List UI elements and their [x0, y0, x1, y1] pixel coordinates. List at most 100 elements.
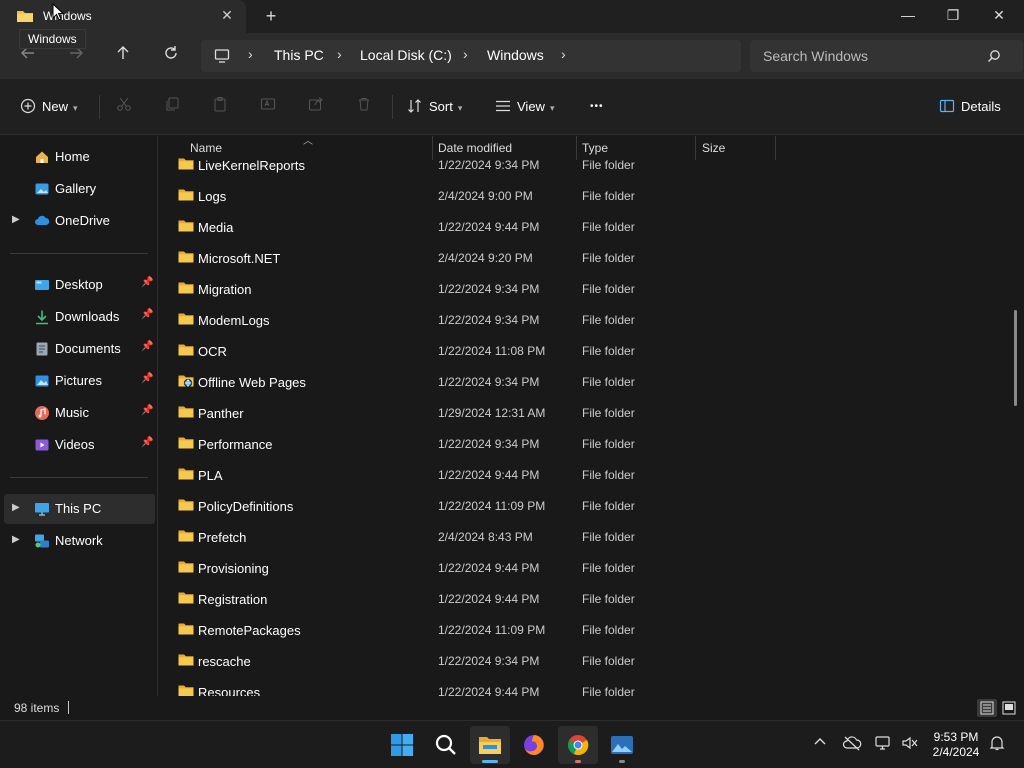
details-view-button[interactable]: [977, 699, 997, 717]
pin-icon[interactable]: 📌: [141, 277, 153, 288]
refresh-button[interactable]: [159, 45, 183, 67]
table-row[interactable]: LiveKernelReports 1/22/2024 9:34 PM File f…: [160, 150, 1000, 181]
tiles-view-button[interactable]: [999, 699, 1019, 717]
table-row[interactable]: ModemLogs 1/22/2024 9:34 PM File folder: [160, 305, 1000, 336]
details-button[interactable]: Details: [939, 96, 1001, 118]
table-row[interactable]: Prefetch 2/4/2024 8:43 PM File folder: [160, 522, 1000, 553]
table-row[interactable]: Registration 1/22/2024 9:44 PM File folder: [160, 584, 1000, 615]
breadcrumb-separator[interactable]: ›: [337, 46, 342, 62]
sidebar-item-gallery[interactable]: Gallery: [0, 174, 156, 204]
file-date-modified: 1/22/2024 9:34 PM: [438, 282, 540, 296]
table-row[interactable]: Logs 2/4/2024 9:00 PM File folder: [160, 181, 1000, 212]
firefox-taskbar-button[interactable]: [514, 726, 554, 764]
sidebar-item-network[interactable]: ▶ Network: [0, 526, 156, 556]
sidebar-item-downloads[interactable]: Downloads 📌: [0, 302, 156, 332]
delete-button[interactable]: [356, 96, 372, 118]
close-window-button[interactable]: ✕: [987, 4, 1011, 26]
table-row[interactable]: Migration 1/22/2024 9:34 PM File folder: [160, 274, 1000, 305]
table-row[interactable]: rescache 1/22/2024 9:34 PM File folder: [160, 646, 1000, 677]
sidebar-item-label: Pictures: [55, 373, 102, 388]
copy-button[interactable]: [164, 96, 180, 118]
taskbar: 9:53 PM 2/4/2024: [0, 720, 1024, 768]
sort-button[interactable]: Sort ▾: [407, 96, 462, 118]
sidebar-item-onedrive[interactable]: ▶ OneDrive: [0, 206, 156, 236]
pin-icon[interactable]: 📌: [141, 309, 153, 320]
minimize-button[interactable]: —: [896, 4, 920, 26]
address-bar[interactable]: › This PC › Local Disk (C:) › Windows ›: [201, 40, 741, 72]
pin-icon[interactable]: 📌: [141, 373, 153, 384]
sidebar-item-music[interactable]: Music 📌: [0, 398, 156, 428]
close-tab-button[interactable]: ✕: [218, 6, 236, 24]
tiles-view-icon: [1002, 701, 1016, 715]
table-row[interactable]: PLA 1/22/2024 9:44 PM File folder: [160, 460, 1000, 491]
file-date-modified: 1/22/2024 9:34 PM: [438, 313, 540, 327]
search-input[interactable]: [763, 47, 983, 65]
table-row[interactable]: Performance 1/22/2024 9:34 PM File folder: [160, 429, 1000, 460]
sidebar-item-label: Videos: [55, 437, 95, 452]
up-button[interactable]: [111, 45, 135, 67]
search-box[interactable]: [750, 40, 1023, 72]
table-row[interactable]: Offline Web Pages 1/22/2024 9:34 PM File f…: [160, 367, 1000, 398]
maximize-button[interactable]: ❐: [941, 4, 965, 26]
table-row[interactable]: Microsoft.NET 2/4/2024 9:20 PM File folder: [160, 243, 1000, 274]
folder-icon: [178, 498, 194, 515]
file-type: File folder: [582, 468, 635, 482]
download-icon: [34, 309, 50, 328]
breadcrumb-windows[interactable]: Windows: [487, 47, 544, 63]
new-tab-button[interactable]: +: [260, 5, 282, 27]
table-row[interactable]: Resources 1/22/2024 9:44 PM File folder: [160, 677, 1000, 696]
sidebar-item-documents[interactable]: Documents 📌: [0, 334, 156, 364]
view-button[interactable]: View ▾: [495, 96, 554, 118]
sidebar-divider: [10, 253, 148, 254]
pin-icon[interactable]: 📌: [141, 405, 153, 416]
pin-icon[interactable]: 📌: [141, 341, 153, 352]
sidebar-item-desktop[interactable]: Desktop 📌: [0, 270, 156, 300]
search-taskbar-button[interactable]: [426, 726, 466, 764]
new-button[interactable]: New ▾: [20, 96, 78, 118]
breadcrumb-separator[interactable]: ›: [561, 46, 566, 62]
network-tray-button[interactable]: [874, 735, 894, 755]
chrome-taskbar-button[interactable]: [558, 726, 598, 764]
table-row[interactable]: Media 1/22/2024 9:44 PM File folder: [160, 212, 1000, 243]
file-explorer-taskbar-button[interactable]: [470, 726, 510, 764]
breadcrumb-separator[interactable]: ›: [463, 46, 468, 62]
sidebar-item-home[interactable]: Home: [0, 142, 156, 172]
pin-icon[interactable]: 📌: [141, 437, 153, 448]
chevron-right-icon[interactable]: ▶: [12, 214, 20, 225]
breadcrumb-this-pc[interactable]: This PC: [274, 47, 324, 63]
search-icon[interactable]: [987, 49, 1001, 66]
notifications-button[interactable]: [987, 735, 1007, 755]
table-row[interactable]: OCR 1/22/2024 11:08 PM File folder: [160, 336, 1000, 367]
tab-tooltip: Windows: [19, 29, 86, 49]
chevron-right-icon[interactable]: ▶: [12, 534, 20, 545]
system-clock[interactable]: 9:53 PM 2/4/2024: [930, 730, 982, 760]
breadcrumb-local-disk[interactable]: Local Disk (C:): [360, 47, 452, 63]
sidebar-item-videos[interactable]: Videos 📌: [0, 430, 156, 460]
table-row[interactable]: Panther 1/29/2024 12:31 AM File folder: [160, 398, 1000, 429]
sidebar-item-this-pc[interactable]: ▶ This PC: [4, 494, 155, 524]
breadcrumb-separator[interactable]: ›: [248, 46, 253, 62]
vertical-scrollbar[interactable]: [1014, 310, 1017, 406]
file-date-modified: 1/22/2024 9:34 PM: [438, 437, 540, 451]
rename-button[interactable]: [260, 96, 276, 118]
table-row[interactable]: RemotePackages 1/22/2024 11:09 PM File fol…: [160, 615, 1000, 646]
table-row[interactable]: PolicyDefinitions 1/22/2024 11:09 PM File …: [160, 491, 1000, 522]
show-hidden-icons-button[interactable]: [810, 735, 830, 755]
more-options-button[interactable]: •••: [590, 96, 604, 118]
network-status-icon: [875, 736, 890, 750]
paste-button[interactable]: [212, 96, 228, 118]
sidebar-item-pictures[interactable]: Pictures 📌: [0, 366, 156, 396]
video-icon: [34, 437, 50, 456]
file-date-modified: 1/22/2024 9:44 PM: [438, 685, 540, 696]
share-button[interactable]: [308, 96, 324, 118]
volume-tray-button[interactable]: [900, 735, 920, 755]
photos-taskbar-button[interactable]: [602, 726, 642, 764]
file-date-modified: 1/22/2024 9:44 PM: [438, 561, 540, 575]
file-date-modified: 1/22/2024 9:44 PM: [438, 468, 540, 482]
cut-button[interactable]: [116, 96, 132, 118]
onedrive-tray-button[interactable]: [842, 735, 862, 755]
table-row[interactable]: Provisioning 1/22/2024 9:44 PM File folder: [160, 553, 1000, 584]
chevron-right-icon[interactable]: ▶: [12, 502, 20, 513]
start-button[interactable]: [382, 726, 422, 764]
file-type: File folder: [582, 313, 635, 327]
